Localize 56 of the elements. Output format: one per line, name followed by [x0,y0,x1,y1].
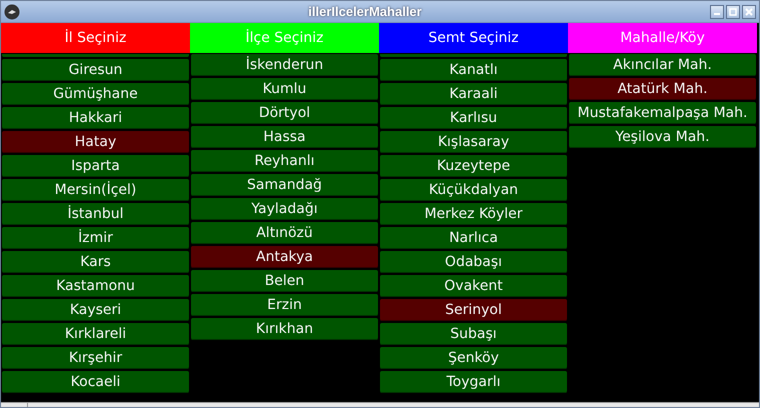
list-item[interactable]: Reyhanlı [191,150,378,172]
list-item[interactable]: İstanbul [2,203,189,225]
list-item[interactable]: Yeşilova Mah. [569,126,756,148]
list-item[interactable]: Kırıkhan [191,318,378,340]
list-item[interactable]: Kanatlı [380,59,567,81]
list-item[interactable]: Odabaşı [380,251,567,273]
close-button[interactable] [742,4,756,18]
list-item[interactable]: Hassa [191,126,378,148]
list-item[interactable]: Isparta [2,155,189,177]
list-item[interactable]: Kayseri [2,299,189,321]
app-icon[interactable] [4,4,20,20]
list-item[interactable]: Yayladağı [191,198,378,220]
window-title: illerIlcelerMahaller [307,4,423,19]
column-header: Semt Seçiniz [379,23,568,53]
list-item[interactable]: Akıncılar Mah. [569,54,756,76]
column-header: İlçe Seçiniz [190,23,379,53]
list-item[interactable]: Kırşehir [2,347,189,369]
list-item[interactable]: İskenderun [191,54,378,76]
list-item[interactable]: Altınözü [191,222,378,244]
list-item[interactable]: Serinyol [380,299,567,321]
list-item[interactable]: Mersin(İçel) [2,179,189,201]
list-item[interactable]: Antakya [191,246,378,268]
list-item[interactable]: Merkez Köyler [380,203,567,225]
list-item[interactable]: Dörtyol [191,102,378,124]
list-item[interactable]: İzmir [2,227,189,249]
list-item[interactable]: Hatay [2,131,189,153]
list-item[interactable]: Kuzeytepe [380,155,567,177]
list-item[interactable]: Kocaeli [2,371,189,393]
list-item[interactable]: Kastamonu [2,275,189,297]
list-item[interactable]: Subaşı [380,323,567,345]
list-item[interactable]: Belen [191,270,378,292]
list-item[interactable]: Kars [2,251,189,273]
list-item[interactable]: Küçükdalyan [380,179,567,201]
list-item[interactable]: Karaali [380,83,567,105]
list-item[interactable]: Kışlasaray [380,131,567,153]
list-item[interactable]: Hakkari [2,107,189,129]
list-item[interactable]: Ovakent [380,275,567,297]
list-item[interactable]: Şenköy [380,347,567,369]
list-item[interactable]: Kumlu [191,78,378,100]
list-item[interactable]: Giresun [2,59,189,81]
list-item[interactable]: Samandağ [191,174,378,196]
close-icon [745,8,753,16]
list-item[interactable]: Gümüşhane [2,83,189,105]
maximize-icon [729,8,737,16]
minimize-icon [714,13,720,15]
maximize-button[interactable] [726,4,740,18]
list-item[interactable]: Karlısu [380,107,567,129]
list-item[interactable]: Toygarlı [380,371,567,393]
list-item[interactable]: Erzin [191,294,378,316]
list-item[interactable]: Kırklareli [2,323,189,345]
list-item[interactable]: Atatürk Mah. [569,78,756,100]
list-item[interactable]: Narlıca [380,227,567,249]
column-header: İl Seçiniz [1,23,190,53]
column-header: Mahalle/Köy [568,23,757,53]
minimize-button[interactable] [710,4,724,18]
list-item[interactable]: Mustafakemalpaşa Mah. [569,102,756,124]
